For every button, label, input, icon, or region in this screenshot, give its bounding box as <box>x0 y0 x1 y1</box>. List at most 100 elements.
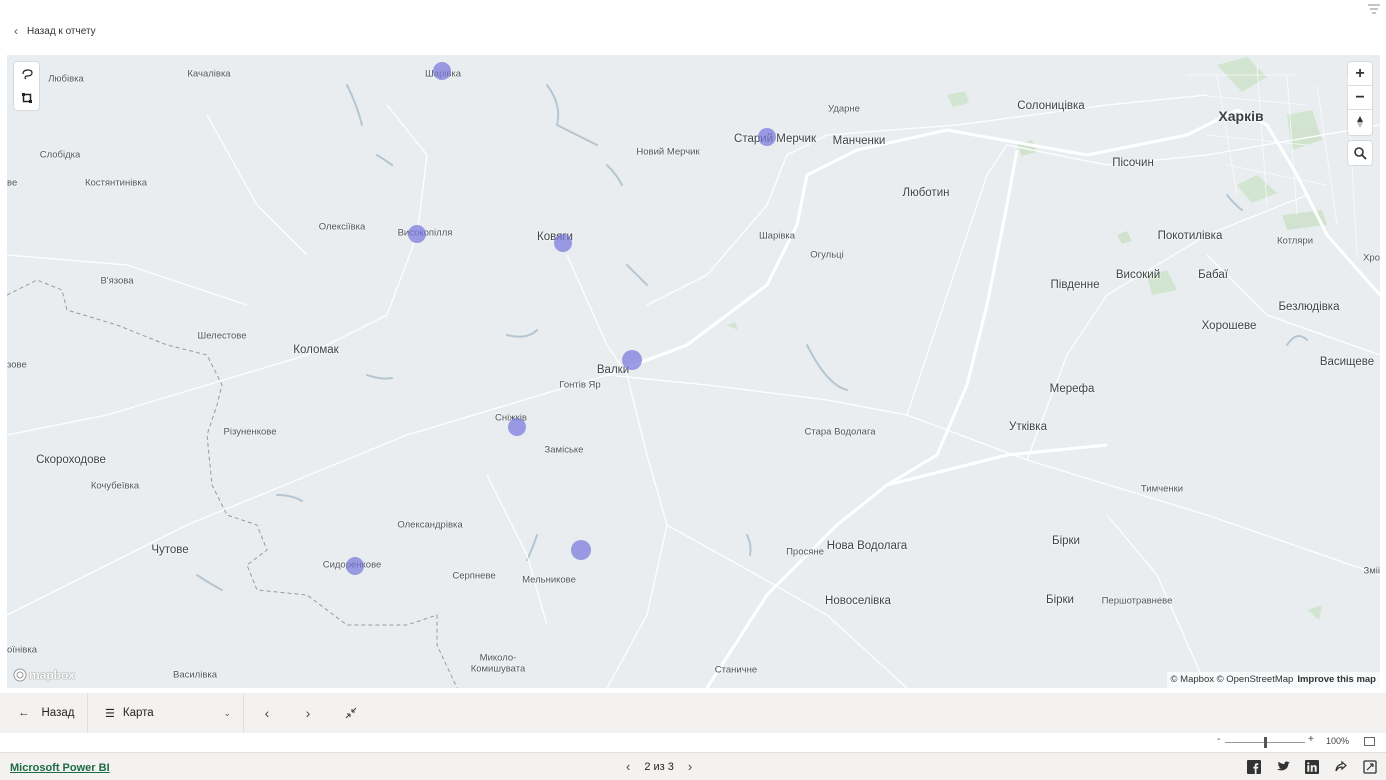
page-zoom-bar: - + 100% <box>0 733 1386 751</box>
twitter-icon[interactable] <box>1275 759 1291 775</box>
place-label: Скороходове <box>36 454 106 466</box>
mapbox-logo-icon <box>13 668 27 682</box>
page-dropdown-value: Карта <box>122 707 154 719</box>
place-label: Станичне <box>714 664 758 676</box>
place-label: В'язова <box>100 275 134 287</box>
page-indicator: 2 из 3 <box>644 760 674 773</box>
place-label: Костянтинівка <box>84 177 148 189</box>
place-label: Хро <box>1363 252 1380 264</box>
place-label: Васищеве <box>1319 356 1375 368</box>
place-label: Просяне <box>786 546 824 558</box>
list-icon: ☰ <box>105 707 115 720</box>
zoom-out-button[interactable]: − <box>1348 86 1372 110</box>
map-data-bubble[interactable] <box>508 418 526 436</box>
place-label: Ударне <box>828 103 860 115</box>
selection-tools <box>14 62 39 110</box>
zoom-in-button[interactable]: + <box>1348 62 1372 86</box>
place-label: Заміське <box>544 444 584 456</box>
share-icons <box>1246 759 1378 775</box>
place-label: Олександрівка <box>397 519 463 531</box>
place-label: Котляри <box>1276 235 1314 247</box>
map-data-bubble[interactable] <box>554 234 572 252</box>
place-label: Мельникове <box>522 574 576 586</box>
fullscreen-icon[interactable] <box>1362 759 1378 775</box>
mapbox-logo-text: mapbox <box>29 668 76 682</box>
place-label: Любівка <box>48 73 84 85</box>
improve-map-link[interactable]: Improve this map <box>1297 674 1376 685</box>
facebook-icon[interactable] <box>1246 759 1262 775</box>
back-to-report-link[interactable]: ‹ Назад к отчету <box>14 24 96 38</box>
map-data-bubble[interactable] <box>571 540 591 560</box>
place-label: зове <box>7 359 27 371</box>
compass-icon[interactable] <box>1348 110 1372 134</box>
attribution-text[interactable]: © Mapbox © OpenStreetMap <box>1171 674 1294 685</box>
place-label: Василівка <box>172 669 218 681</box>
place-label: Комишувата <box>470 663 526 675</box>
place-label: Кочубеївка <box>90 480 140 492</box>
place-label: Стара Водолага <box>804 426 876 438</box>
prev-visual-button[interactable]: ‹ <box>252 693 282 733</box>
page-zoom-percent: 100% <box>1326 736 1350 746</box>
footer-bar: Microsoft Power BI ‹ 2 из 3 › <box>0 752 1386 780</box>
place-label: Мерефа <box>1049 383 1095 395</box>
place-label: Різуненкове <box>223 426 277 438</box>
next-visual-button[interactable]: › <box>293 693 323 733</box>
arrow-left-icon: ← <box>18 707 30 719</box>
prev-page-button[interactable]: ‹ <box>626 759 630 774</box>
fit-to-page-icon[interactable] <box>1364 737 1375 746</box>
place-label: Хорошеве <box>1201 320 1257 332</box>
share-icon[interactable] <box>1333 759 1349 775</box>
place-label: Шелестове <box>197 330 247 342</box>
map-data-bubble[interactable] <box>346 557 364 575</box>
place-label: Люботин <box>902 187 950 199</box>
place-label: Пісочин <box>1112 157 1154 169</box>
place-label: Чутове <box>151 544 189 556</box>
map-data-bubble[interactable] <box>408 225 426 243</box>
chevron-left-icon: ‹ <box>14 24 18 38</box>
place-label: Качалівка <box>187 68 231 80</box>
place-label: оїнівка <box>7 644 37 656</box>
back-button[interactable]: ← Назад <box>0 693 88 733</box>
place-label: Гонтів Яр <box>559 379 601 391</box>
power-bi-link[interactable]: Microsoft Power BI <box>10 762 110 774</box>
place-label: Шарівка <box>758 230 796 242</box>
place-label: Безлюдівка <box>1278 301 1340 313</box>
place-label: Бірки <box>1052 535 1080 547</box>
page-pager: ‹ 2 из 3 › <box>626 759 692 774</box>
lasso-select-icon[interactable] <box>14 62 39 86</box>
place-label: Першотравневе <box>1101 595 1173 607</box>
map-data-bubble[interactable] <box>622 350 642 370</box>
map-data-bubble[interactable] <box>758 128 776 146</box>
map-attribution: © Mapbox © OpenStreetMap Improve this map <box>1166 672 1380 688</box>
map-search-icon[interactable] <box>1348 141 1372 165</box>
place-label: Манченки <box>832 135 886 147</box>
top-bar: ‹ Назад к отчету <box>0 0 1386 55</box>
back-button-label: Назад <box>41 707 75 719</box>
linkedin-icon[interactable] <box>1304 759 1320 775</box>
next-page-button[interactable]: › <box>688 759 692 774</box>
back-to-report-label: Назад к отчету <box>27 25 96 37</box>
place-label: Новоселівка <box>825 595 891 607</box>
place-label: Бірки <box>1046 594 1074 606</box>
map-visual[interactable]: Любівка Качалівка Шарівка Ударне Солоницівка… <box>7 55 1380 688</box>
report-nav-bar: ← Назад ☰ Карта ⌄ ‹ › <box>0 693 1386 733</box>
place-label: Зміі <box>1363 565 1381 577</box>
place-label: Утківка <box>1009 421 1047 433</box>
page-zoom-out-button[interactable]: - <box>1217 734 1220 745</box>
page-dropdown[interactable]: ☰ Карта ⌄ <box>88 693 244 733</box>
map-data-bubble[interactable] <box>433 62 451 80</box>
exit-focus-icon[interactable] <box>336 693 366 733</box>
place-label: Харків <box>1218 108 1264 124</box>
filter-icon[interactable] <box>1368 4 1380 14</box>
page-zoom-thumb[interactable] <box>1263 737 1267 748</box>
place-label: Огульці <box>810 249 844 261</box>
mapbox-logo[interactable]: mapbox <box>13 668 75 682</box>
place-label: Тимченки <box>1140 483 1184 495</box>
place-label: Новий Мерчик <box>636 146 700 158</box>
place-label: Південне <box>1050 279 1100 291</box>
place-label: Покотилівка <box>1157 230 1223 242</box>
place-label: Коломак <box>293 344 339 356</box>
rect-select-icon[interactable] <box>14 86 39 110</box>
chevron-down-icon: ⌄ <box>223 707 231 718</box>
page-zoom-in-button[interactable]: + <box>1308 734 1314 745</box>
